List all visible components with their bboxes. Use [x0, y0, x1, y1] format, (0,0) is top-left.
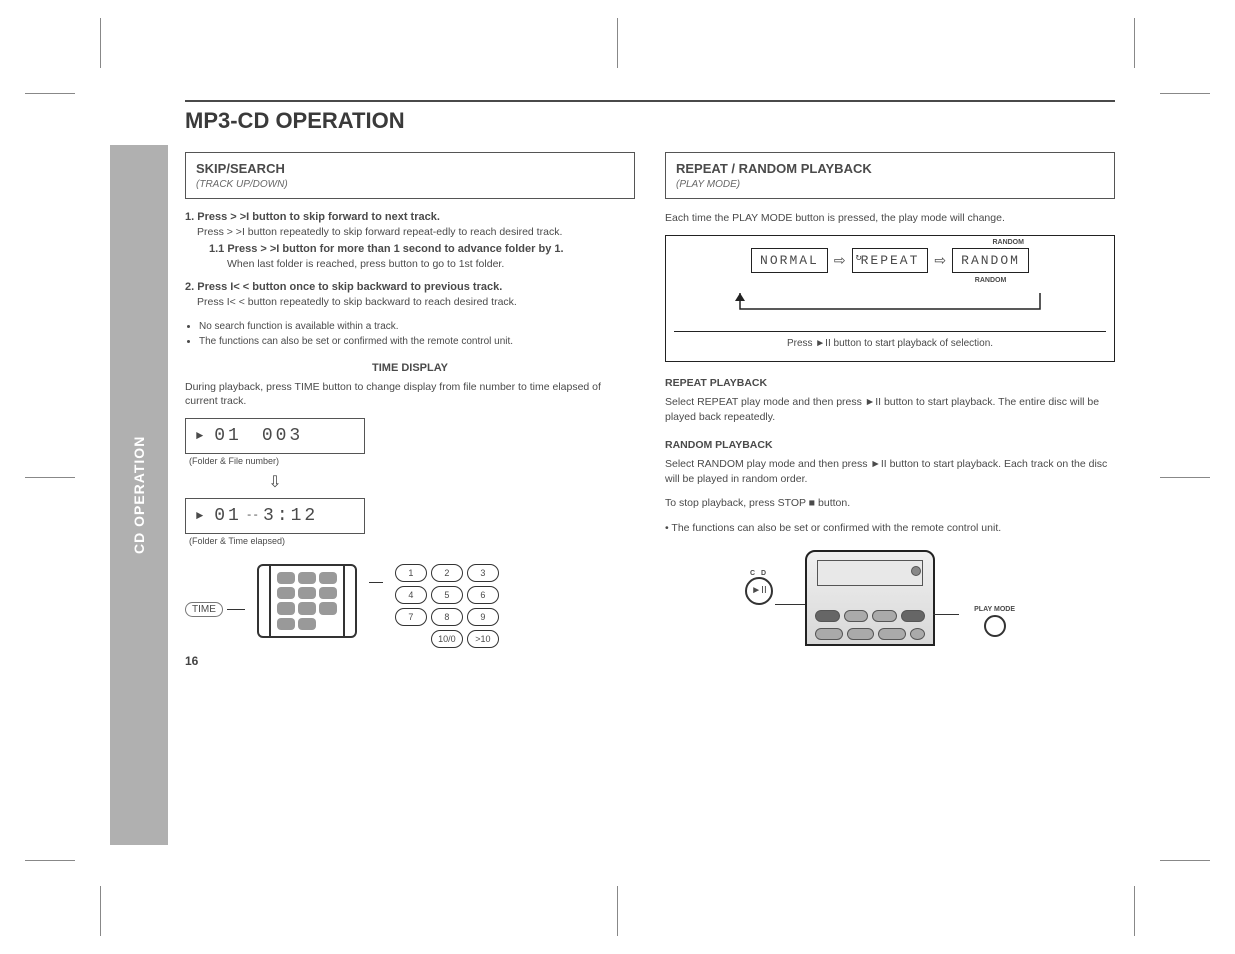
loop-back-arrow — [720, 291, 1060, 319]
repeat-icon: ↻ — [856, 252, 864, 264]
keypad-1[interactable]: 1 — [395, 564, 427, 582]
main-unit-illustration: C D ►II — [745, 550, 995, 650]
unit-display — [817, 560, 923, 586]
skip-search-steps: 1. Press > >I button to skip forward to … — [185, 211, 635, 348]
notes-list: No search function is available within a… — [185, 320, 635, 348]
step-1-body: Press > >I button repeatedly to skip for… — [185, 225, 635, 239]
mode-random: RANDOM RANDOM RANDOM — [952, 248, 1029, 273]
lcd-display-time: ► 01 -- 3:12 — [185, 498, 365, 534]
sidebar-section-label: CD OPERATION — [110, 145, 168, 845]
play-icon: ► — [196, 509, 206, 523]
skip-search-subtitle: (TRACK UP/DOWN) — [196, 179, 624, 190]
repeat-random-title: REPEAT / RANDOM PLAYBACK — [676, 161, 1104, 176]
remote-keypad: 1 2 3 4 5 6 7 8 9 10/0 >10 — [395, 564, 499, 648]
note-item: The functions can also be set or confirm… — [199, 335, 635, 348]
lead-line — [369, 582, 383, 583]
lcd-folder-number: 01 — [214, 426, 242, 446]
cd-play-pause-button[interactable]: C D ►II — [745, 570, 773, 605]
panel-button[interactable] — [901, 610, 926, 622]
remote-note: • The functions can also be set or confi… — [665, 521, 1115, 536]
repeat-heading: REPEAT PLAYBACK — [665, 376, 1115, 391]
step-2-body: Press I< < button repeatedly to skip bac… — [185, 295, 635, 309]
unit-indicator-led — [911, 566, 921, 576]
step-1-1-body: When last folder is reached, press butto… — [209, 257, 635, 271]
step-2-heading: 2. Press I< < button once to skip backwa… — [185, 281, 635, 293]
right-column: REPEAT / RANDOM PLAYBACK (PLAY MODE) Eac… — [665, 152, 1115, 650]
manual-page: CD OPERATION MP3-CD OPERATION SKIP/SEARC… — [110, 100, 1120, 890]
play-mode-knob-icon — [984, 615, 1006, 637]
page-title: MP3-CD OPERATION — [185, 108, 1115, 134]
repeat-random-box: REPEAT / RANDOM PLAYBACK (PLAY MODE) — [665, 152, 1115, 199]
mode-normal: NORMAL — [751, 248, 828, 273]
panel-button[interactable] — [844, 610, 869, 622]
lead-line — [933, 614, 959, 615]
keypad-2[interactable]: 2 — [431, 564, 463, 582]
keypad-4[interactable]: 4 — [395, 586, 427, 604]
panel-button[interactable] — [878, 628, 906, 640]
random-heading: RANDOM PLAYBACK — [665, 438, 1115, 453]
stop-instruction: To stop playback, press STOP ■ button. — [665, 496, 1115, 511]
step-1-heading: 1. Press > >I button to skip forward to … — [185, 211, 635, 223]
lcd-folder-number: 01 — [214, 506, 242, 526]
play-pause-icon: ►II — [745, 577, 773, 605]
arrow-right-icon: ⇨ — [834, 252, 846, 269]
mode-footer-text: Press ►II button to start playback of se… — [674, 331, 1106, 349]
keypad-8[interactable]: 8 — [431, 608, 463, 626]
lcd-caption-2: (Folder & Time elapsed) — [189, 536, 635, 546]
play-mode-button[interactable]: PLAY MODE — [974, 606, 1015, 637]
remote-unit-body — [257, 564, 357, 638]
play-mode-diagram: NORMAL ⇨ ↻ REPEAT ⇨ RANDOM RANDOM RANDOM — [665, 235, 1115, 362]
time-display-desc: During playback, press TIME button to ch… — [185, 380, 635, 408]
panel-button[interactable] — [872, 610, 897, 622]
unit-front-panel — [805, 550, 935, 646]
time-display-heading: TIME DISPLAY — [185, 362, 635, 374]
step-1-1-heading: 1.1 Press > >I button for more than 1 se… — [209, 243, 635, 255]
remote-illustration: TIME 1 2 3 — [185, 564, 635, 648]
keypad-3[interactable]: 3 — [467, 564, 499, 582]
random-tag-top: RANDOM — [992, 239, 1024, 246]
page-number: 16 — [185, 654, 198, 668]
lcd-file-number: 003 — [262, 426, 303, 446]
panel-button[interactable] — [815, 610, 840, 622]
down-arrow-icon: ⇩ — [185, 472, 365, 492]
note-item: No search function is available within a… — [199, 320, 635, 333]
play-mode-intro: Each time the PLAY MODE button is presse… — [665, 211, 1115, 225]
keypad-5[interactable]: 5 — [431, 586, 463, 604]
keypad-10-0[interactable]: 10/0 — [431, 630, 463, 648]
random-tag-bottom: RANDOM — [975, 277, 1007, 284]
lcd-display-file: ► 01 003 — [185, 418, 365, 454]
keypad-9[interactable]: 9 — [467, 608, 499, 626]
lead-line — [227, 609, 245, 610]
random-body: Select RANDOM play mode and then press ►… — [665, 457, 1115, 486]
keypad-6[interactable]: 6 — [467, 586, 499, 604]
panel-button[interactable] — [910, 628, 925, 640]
lcd-caption-1: (Folder & File number) — [189, 456, 635, 466]
skip-search-box: SKIP/SEARCH (TRACK UP/DOWN) — [185, 152, 635, 199]
mode-repeat: ↻ REPEAT — [852, 248, 929, 273]
repeat-body: Select REPEAT play mode and then press ►… — [665, 395, 1115, 424]
lcd-elapsed-time: 3:12 — [263, 506, 318, 526]
top-rule — [185, 100, 1115, 102]
keypad-gt10[interactable]: >10 — [467, 630, 499, 648]
arrow-right-icon: ⇨ — [934, 252, 946, 269]
keypad-7[interactable]: 7 — [395, 608, 427, 626]
play-icon: ► — [196, 429, 206, 443]
content-area: MP3-CD OPERATION SKIP/SEARCH (TRACK UP/D… — [185, 100, 1115, 650]
time-button-label: TIME — [185, 602, 223, 617]
panel-button[interactable] — [815, 628, 843, 640]
repeat-random-subtitle: (PLAY MODE) — [676, 179, 1104, 190]
left-column: SKIP/SEARCH (TRACK UP/DOWN) 1. Press > >… — [185, 152, 635, 650]
panel-button[interactable] — [847, 628, 875, 640]
skip-search-title: SKIP/SEARCH — [196, 161, 624, 176]
